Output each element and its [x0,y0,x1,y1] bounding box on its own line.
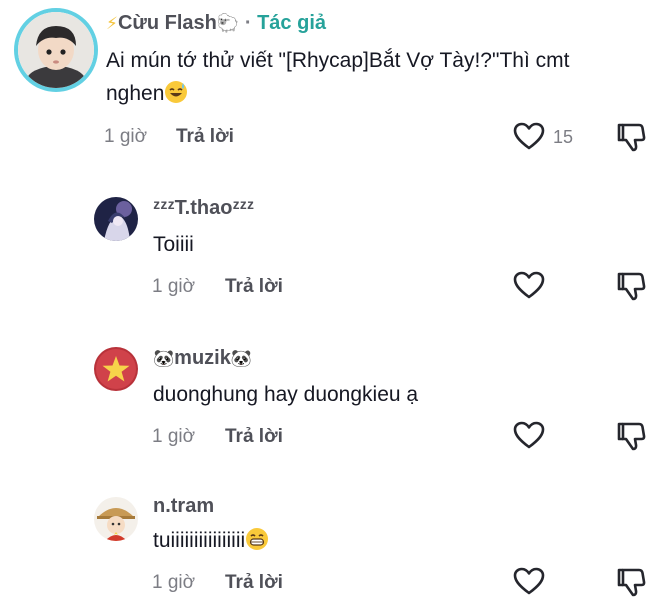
dislike-icon[interactable] [614,419,648,453]
comment-text: Toiiii [153,233,194,256]
heart-icon[interactable] [512,419,546,453]
avatar[interactable] [94,197,138,241]
comment-username[interactable]: ᶻᶻᶻT.thaoᶻᶻᶻ [153,197,254,220]
comment-username[interactable]: n.tram [153,495,214,518]
avatar-image [94,497,138,541]
heart-icon[interactable] [512,565,546,599]
like-count: 15 [553,127,574,147]
avatar-image [18,12,94,88]
panda-icon: 🐼 [153,349,175,368]
grin-emoji-icon [246,528,269,550]
author-badge: Tác giả [257,12,326,34]
avatar[interactable] [94,347,138,391]
comment-time: 1 giờ [152,276,196,297]
avatar[interactable] [94,497,138,541]
avatar[interactable] [14,8,98,92]
dislike-icon[interactable] [614,269,648,303]
comment-text: tuiiiiiiiiiiiiiiii [153,524,269,557]
reply-button[interactable]: Trả lời [225,572,283,594]
comment-username[interactable]: ⚡Cừu Flash🐑 · Tác giả [106,12,326,35]
comment-time: 1 giờ [104,126,148,147]
reply-item: 🐼muzik🐼 duonghung hay duongkieu ạ 1 giờ … [0,320,669,470]
sheep-icon: 🐑 [216,13,240,33]
reply-button[interactable]: Trả lời [225,276,283,298]
avatar-image [94,197,138,241]
heart-icon[interactable] [512,269,546,303]
reply-button[interactable]: Trả lời [225,426,283,448]
avatar-image [94,347,138,391]
comment-time: 1 giờ [152,426,196,447]
dislike-icon[interactable] [614,120,648,154]
reply-button[interactable]: Trả lời [176,126,234,148]
lightning-icon: ⚡ [106,14,118,33]
comment-username[interactable]: 🐼muzik🐼 [153,347,252,370]
comment-time: 1 giờ [152,572,196,593]
panda-icon: 🐼 [230,349,253,368]
comment-text: Ai mún tớ thử viết "[Rhycap]Bắt Vợ Tày!?… [106,49,570,105]
heart-icon[interactable] [512,120,546,154]
comment-item: ⚡Cừu Flash🐑 · Tác giả Ai mún tớ thử viết… [0,0,669,170]
comment-text: duonghung hay duongkieu ạ [153,383,419,406]
sweat-smile-emoji-icon [165,81,188,103]
dislike-icon[interactable] [614,565,648,599]
reply-item: n.tram tuiiiiiiiiiiiiiiii 1 giờ Trả lời [0,470,669,600]
reply-item: ᶻᶻᶻT.thaoᶻᶻᶻ Toiiii 1 giờ Trả lời [0,170,669,320]
